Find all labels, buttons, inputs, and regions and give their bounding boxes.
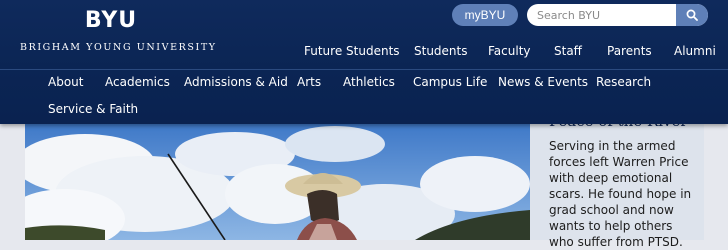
nav-staff[interactable]: Staff xyxy=(554,40,582,62)
search-button[interactable] xyxy=(676,4,708,26)
nav-athletics[interactable]: Athletics xyxy=(343,72,395,92)
feature-sidebar: Peace of the River Serving in the armed … xyxy=(530,106,704,249)
site-header: BYU BRIGHAM YOUNG UNIVERSITY myBYU Futur… xyxy=(0,0,728,124)
mybyu-button[interactable]: myBYU xyxy=(452,4,518,26)
search-input[interactable] xyxy=(537,4,667,26)
main-nav: About Academics Admissions & Aid Arts At… xyxy=(0,70,728,124)
nav-campus-life[interactable]: Campus Life xyxy=(413,72,487,92)
nav-arts[interactable]: Arts xyxy=(297,72,321,92)
nav-about[interactable]: About xyxy=(48,72,83,92)
nav-service-faith[interactable]: Service & Faith xyxy=(48,99,138,119)
nav-parents[interactable]: Parents xyxy=(607,40,652,62)
byu-logo[interactable]: BYU BRIGHAM YOUNG UNIVERSITY xyxy=(20,8,217,53)
nav-news-events[interactable]: News & Events xyxy=(498,72,588,92)
nav-future-students[interactable]: Future Students xyxy=(304,40,400,62)
nav-alumni[interactable]: Alumni xyxy=(674,40,716,62)
logo-mark: BYU xyxy=(84,8,138,33)
nav-faculty[interactable]: Faculty xyxy=(488,40,531,62)
nav-admissions-aid[interactable]: Admissions & Aid xyxy=(184,72,288,92)
nav-research[interactable]: Research xyxy=(596,72,651,92)
search-icon xyxy=(686,9,698,21)
feature-photo-image xyxy=(25,124,530,240)
audience-nav: Future Students Students Faculty Staff P… xyxy=(288,40,728,62)
nav-academics[interactable]: Academics xyxy=(105,72,170,92)
nav-students[interactable]: Students xyxy=(414,40,468,62)
logo-wordmark: BRIGHAM YOUNG UNIVERSITY xyxy=(20,42,217,53)
feature-description: Serving in the armed forces left Warren … xyxy=(549,139,692,249)
search-box xyxy=(527,4,708,26)
feature-photo[interactable] xyxy=(25,124,530,240)
